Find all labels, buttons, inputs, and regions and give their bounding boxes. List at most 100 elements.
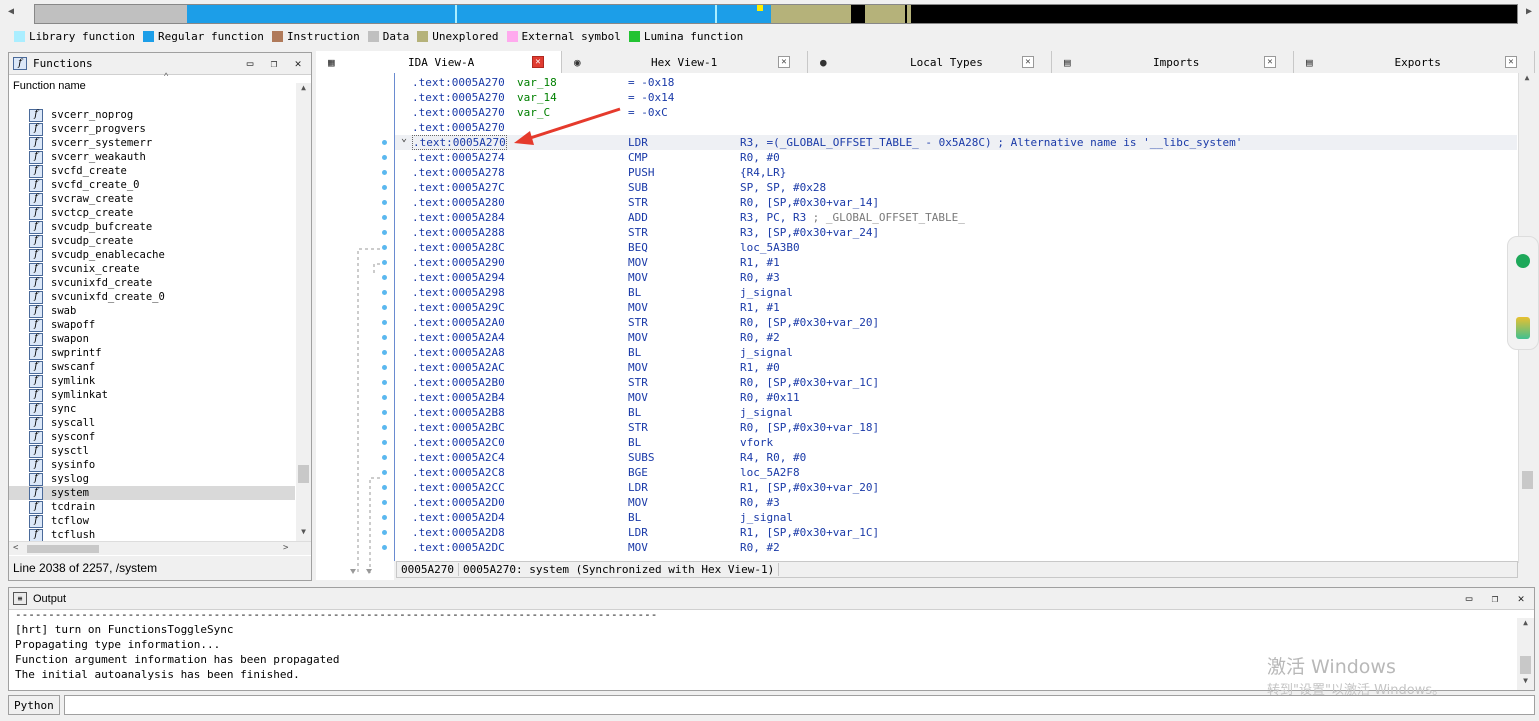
breakpoint-dot-icon[interactable] [382, 170, 387, 175]
scroll-down-icon[interactable]: ▼ [296, 527, 311, 536]
function-list-item[interactable]: f svcfd_create_0 [9, 178, 295, 192]
breakpoint-dot-icon[interactable] [382, 530, 387, 535]
breakpoint-dot-icon[interactable] [382, 260, 387, 265]
breakpoint-dot-icon[interactable] [382, 365, 387, 370]
restore-icon[interactable]: ❐ [267, 57, 281, 71]
breakpoint-dot-icon[interactable] [382, 380, 387, 385]
close-icon[interactable]: ✕ [291, 57, 305, 71]
function-list-item[interactable]: f svctcp_create [9, 206, 295, 220]
code-line[interactable]: .text:0005A290 MOV R1, #1 [395, 255, 1517, 270]
status-dot-icon[interactable] [1516, 254, 1530, 268]
tab-ida-view-a[interactable]: ▦ IDA View-A ✕ [316, 51, 562, 73]
code-line[interactable]: .text:0005A294 MOV R0, #3 [395, 270, 1517, 285]
function-list-item[interactable]: f svcerr_systemerr [9, 136, 295, 150]
function-list-item[interactable]: f tcflush [9, 528, 295, 541]
function-list-item[interactable]: f svcerr_noprog [9, 108, 295, 122]
function-list-item[interactable]: f symlinkat [9, 388, 295, 402]
command-input[interactable] [63, 695, 1535, 715]
breakpoint-dot-icon[interactable] [382, 215, 387, 220]
function-list-item[interactable]: f svcunixfd_create [9, 276, 295, 290]
function-list-item[interactable]: f syslog [9, 472, 295, 486]
code-line[interactable]: .text:0005A2D4 BL j_signal [395, 510, 1517, 525]
function-list-item[interactable]: f sysinfo [9, 458, 295, 472]
function-list-item[interactable]: f swab [9, 304, 295, 318]
scroll-up-icon[interactable]: ▲ [1519, 73, 1535, 82]
breakpoint-dot-icon[interactable] [382, 320, 387, 325]
function-list-item[interactable]: f svcerr_progvers [9, 122, 295, 136]
code-scroll-thumb[interactable] [1522, 471, 1533, 489]
disassembly-view[interactable]: .text:0005A270 var_18 = -0x18 .text:0005A27… [394, 73, 1518, 561]
breakpoint-dot-icon[interactable] [382, 140, 387, 145]
code-line[interactable]: .text:0005A2B4 MOV R0, #0x11 [395, 390, 1517, 405]
code-line[interactable]: .text:0005A270 var_18 = -0x18 [395, 75, 1517, 90]
breakpoint-dot-icon[interactable] [382, 470, 387, 475]
function-list-item[interactable]: f svcunixfd_create_0 [9, 290, 295, 304]
breakpoint-dot-icon[interactable] [382, 290, 387, 295]
breakpoint-dot-icon[interactable] [382, 335, 387, 340]
navigation-band[interactable]: ◀ ▶ [0, 0, 1539, 28]
function-list-item[interactable]: f syscall [9, 416, 295, 430]
breakpoint-dot-icon[interactable] [382, 275, 387, 280]
functions-vscrollbar[interactable]: ▲ ▼ [296, 83, 311, 541]
scroll-up-icon[interactable]: ▲ [1517, 618, 1534, 627]
function-list-item[interactable]: f symlink [9, 374, 295, 388]
code-line[interactable]: .text:0005A2BC STR R0, [SP,#0x30+var_18] [395, 420, 1517, 435]
code-line[interactable]: .text:0005A29C MOV R1, #1 [395, 300, 1517, 315]
scroll-down-icon[interactable]: ▼ [1517, 676, 1534, 685]
function-list-item[interactable]: f svcfd_create [9, 164, 295, 178]
code-line[interactable]: .text:0005A2D8 LDR R1, [SP,#0x30+var_1C] [395, 525, 1517, 540]
breakpoint-dot-icon[interactable] [382, 410, 387, 415]
functions-hscrollbar[interactable]: < > [9, 541, 311, 555]
function-list-item[interactable]: f sync [9, 402, 295, 416]
function-list-item[interactable]: f tcdrain [9, 500, 295, 514]
close-icon[interactable]: ✕ [1514, 592, 1528, 606]
minimize-icon[interactable]: ▭ [243, 57, 257, 71]
breakpoint-dot-icon[interactable] [382, 230, 387, 235]
scroll-up-icon[interactable]: ▲ [296, 83, 311, 92]
code-line[interactable]: .text:0005A2C0 BL vfork [395, 435, 1517, 450]
nav-left-arrow-icon[interactable]: ◀ [8, 6, 14, 17]
tab-close-icon[interactable]: ✕ [1264, 56, 1276, 68]
breakpoint-dot-icon[interactable] [382, 440, 387, 445]
code-line[interactable]: .text:0005A2AC MOV R1, #0 [395, 360, 1517, 375]
side-widget[interactable] [1507, 236, 1539, 350]
scroll-thumb[interactable] [298, 465, 309, 483]
code-line[interactable]: .text:0005A27C SUB SP, SP, #0x28 [395, 180, 1517, 195]
code-line[interactable]: .text:0005A288 STR R3, [SP,#0x30+var_24] [395, 225, 1517, 240]
nav-right-arrow-icon[interactable]: ▶ [1526, 6, 1532, 17]
tab-hex-view-1[interactable]: ◉ Hex View-1 ✕ [562, 51, 808, 73]
tab-close-icon[interactable]: ✕ [778, 56, 790, 68]
hscroll-thumb[interactable] [27, 545, 99, 553]
function-list-item[interactable]: f tcflow [9, 514, 295, 528]
tab-imports[interactable]: ▤ Imports ✕ [1052, 51, 1294, 73]
breakpoint-dot-icon[interactable] [382, 395, 387, 400]
code-line[interactable]: .text:0005A2C8 BGE loc_5A2F8 [395, 465, 1517, 480]
function-list-item[interactable]: f svcerr_weakauth [9, 150, 295, 164]
navigation-bar[interactable] [34, 4, 1518, 24]
function-list-item[interactable]: f svcraw_create [9, 192, 295, 206]
breakpoint-dot-icon[interactable] [382, 425, 387, 430]
output-scroll-thumb[interactable] [1520, 656, 1531, 674]
code-line[interactable]: .text:0005A298 BL j_signal [395, 285, 1517, 300]
tab-close-icon[interactable]: ✕ [1022, 56, 1034, 68]
scroll-right-icon[interactable]: > [283, 543, 288, 553]
function-list-item[interactable]: f svcunix_create [9, 262, 295, 276]
code-line[interactable]: .text:0005A2CC LDR R1, [SP,#0x30+var_20] [395, 480, 1517, 495]
minimize-icon[interactable]: ▭ [1462, 592, 1476, 606]
function-list-item[interactable]: f swapon [9, 332, 295, 346]
code-line[interactable]: .text:0005A2A4 MOV R0, #2 [395, 330, 1517, 345]
function-list[interactable]: f svcerr_noprog f svcerr_progvers f svcerr_sy… [9, 108, 295, 541]
code-line[interactable]: .text:0005A274 CMP R0, #0 [395, 150, 1517, 165]
code-line[interactable]: .text:0005A2D0 MOV R0, #3 [395, 495, 1517, 510]
collapse-chevron-icon[interactable]: ⌄ [401, 133, 407, 144]
function-list-item[interactable]: f sysctl [9, 444, 295, 458]
breakpoint-dot-icon[interactable] [382, 515, 387, 520]
breakpoint-dot-icon[interactable] [382, 200, 387, 205]
breakpoint-dot-icon[interactable] [382, 350, 387, 355]
code-line[interactable]: .text:0005A2C4 SUBS R4, R0, #0 [395, 450, 1517, 465]
function-list-item[interactable]: f swprintf [9, 346, 295, 360]
function-list-item[interactable]: f sysconf [9, 430, 295, 444]
code-line[interactable]: .text:0005A28C BEQ loc_5A3B0 [395, 240, 1517, 255]
breakpoint-dot-icon[interactable] [382, 305, 387, 310]
function-list-item[interactable]: f system [9, 486, 295, 500]
